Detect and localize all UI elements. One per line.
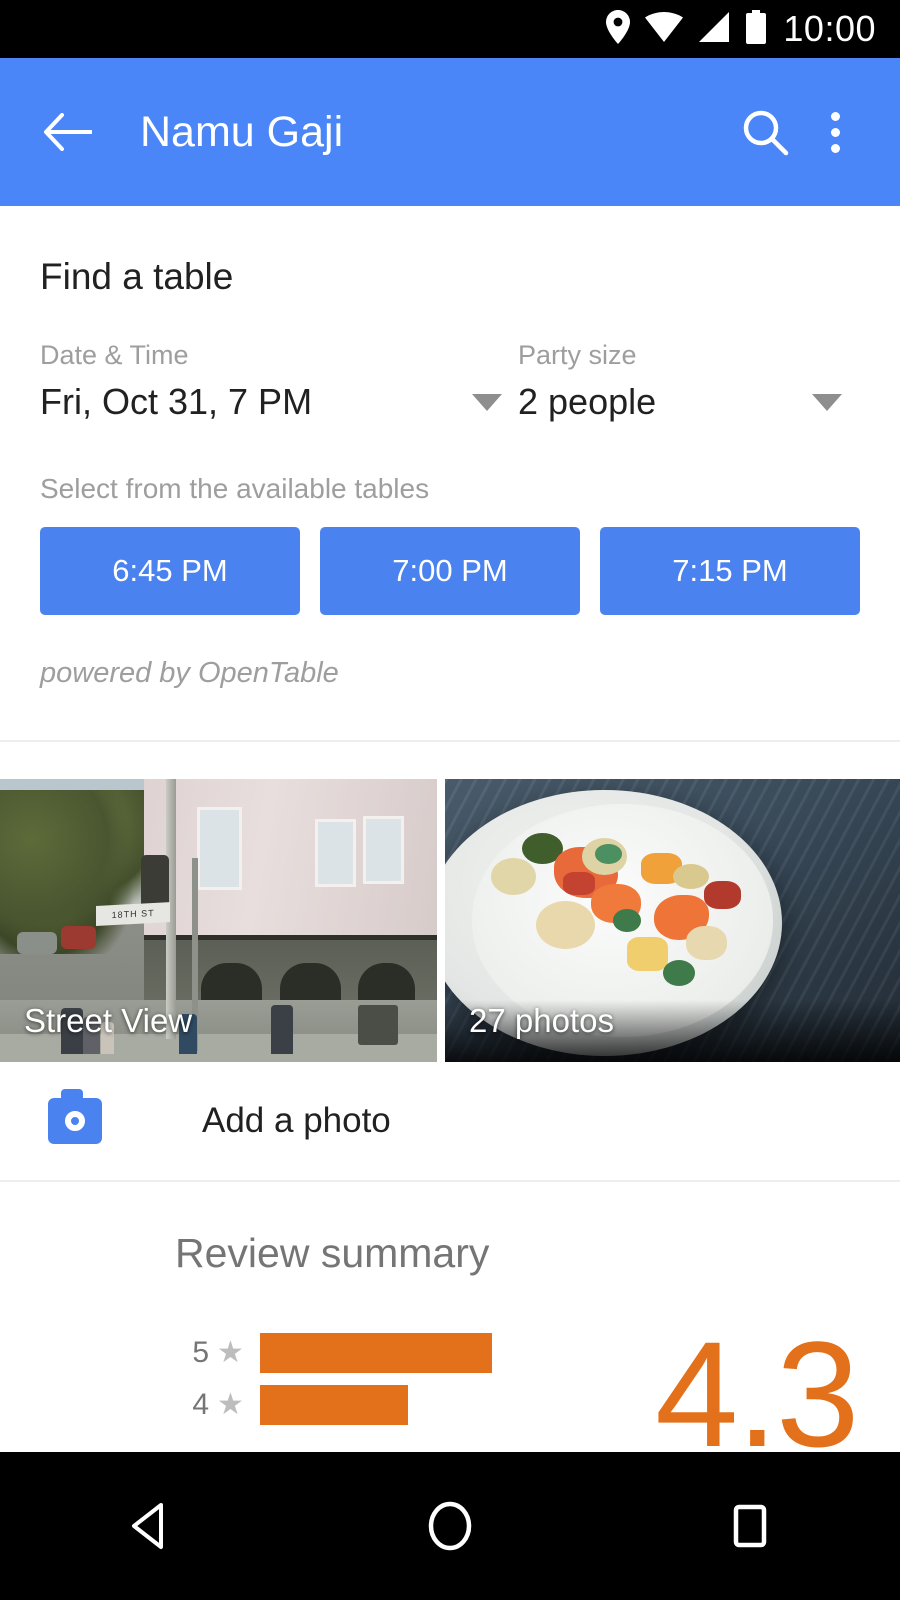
party-size-label: Party size — [518, 340, 637, 370]
nav-home-icon — [428, 1501, 472, 1551]
search-button[interactable] — [730, 97, 800, 167]
time-slot-button[interactable]: 7:15 PM — [600, 527, 860, 615]
histogram-row: 4 ★ — [175, 1385, 555, 1425]
nav-recents-icon — [733, 1504, 767, 1548]
photos-tile[interactable]: 27 photos — [445, 779, 900, 1062]
nav-recents-button[interactable] — [695, 1471, 805, 1581]
street-view-tile[interactable]: 18TH ST Street View — [0, 779, 437, 1062]
time-slot-button[interactable]: 7:00 PM — [320, 527, 580, 615]
party-size-value: 2 people — [518, 381, 657, 422]
star-icon: ★ — [217, 1336, 244, 1369]
section-divider — [0, 740, 900, 742]
street-view-caption: Street View — [24, 1002, 193, 1039]
status-clock: 10:00 — [783, 8, 876, 49]
party-size-field[interactable]: Party size 2 people — [518, 340, 858, 423]
page-content[interactable]: Find a table Date & Time Fri, Oct 31, 7 … — [0, 206, 900, 1452]
histogram-row: 5 ★ — [175, 1333, 555, 1373]
find-a-table-heading: Find a table — [40, 256, 234, 297]
date-time-label: Date & Time — [40, 340, 189, 370]
back-arrow-icon — [44, 113, 92, 151]
photos-caption: 27 photos — [469, 1002, 614, 1039]
nav-back-icon — [132, 1503, 163, 1549]
overflow-menu-icon — [830, 111, 840, 153]
app-bar: Namu Gaji — [0, 58, 900, 206]
back-button[interactable] — [36, 100, 100, 164]
wifi-icon — [645, 11, 684, 47]
chevron-down-icon[interactable] — [812, 393, 842, 411]
histogram-star-count: 4 — [192, 1388, 209, 1421]
review-summary-section: Review summary 5 ★ 4 ★ 4.3 — [0, 1182, 900, 1452]
nav-home-button[interactable] — [395, 1471, 505, 1581]
available-tables-label: Select from the available tables — [40, 473, 430, 504]
average-rating: 4.3 — [655, 1310, 860, 1452]
android-nav-bar — [0, 1452, 900, 1600]
overflow-menu-button[interactable] — [800, 97, 870, 167]
page-title: Namu Gaji — [140, 107, 344, 156]
find-a-table-section: Find a table Date & Time Fri, Oct 31, 7 … — [0, 206, 900, 740]
add-photo-label: Add a photo — [202, 1101, 391, 1140]
location-pin-icon — [605, 9, 631, 49]
chevron-down-icon[interactable] — [472, 393, 502, 411]
photo-tiles: 18TH ST Street View 27 photos — [0, 779, 900, 1062]
status-bar: 10:00 — [0, 0, 900, 58]
powered-by-opentable: powered by OpenTable — [40, 657, 339, 689]
histogram-bar — [259, 1385, 408, 1425]
reservation-fields: Date & Time Fri, Oct 31, 7 PM Party size… — [40, 340, 860, 423]
histogram-star-count: 5 — [192, 1336, 209, 1369]
review-summary-body: 5 ★ 4 ★ 4.3 — [40, 1310, 860, 1452]
signal-icon — [697, 11, 731, 47]
battery-icon — [745, 9, 767, 49]
rating-histogram: 5 ★ 4 ★ — [175, 1333, 555, 1452]
street-sign: 18TH ST — [96, 901, 171, 926]
status-icon-group — [605, 9, 767, 49]
search-icon — [743, 110, 789, 156]
histogram-bar — [259, 1333, 492, 1373]
date-time-value: Fri, Oct 31, 7 PM — [40, 381, 313, 422]
camera-icon — [48, 1089, 102, 1144]
review-summary-heading: Review summary — [175, 1230, 490, 1276]
time-slot-group: 6:45 PM 7:00 PM 7:15 PM — [40, 527, 860, 615]
nav-back-button[interactable] — [95, 1471, 205, 1581]
date-time-field[interactable]: Date & Time Fri, Oct 31, 7 PM — [40, 340, 518, 423]
time-slot-button[interactable]: 6:45 PM — [40, 527, 300, 615]
add-photo-row[interactable]: Add a photo — [0, 1062, 900, 1180]
star-icon: ★ — [217, 1388, 244, 1421]
